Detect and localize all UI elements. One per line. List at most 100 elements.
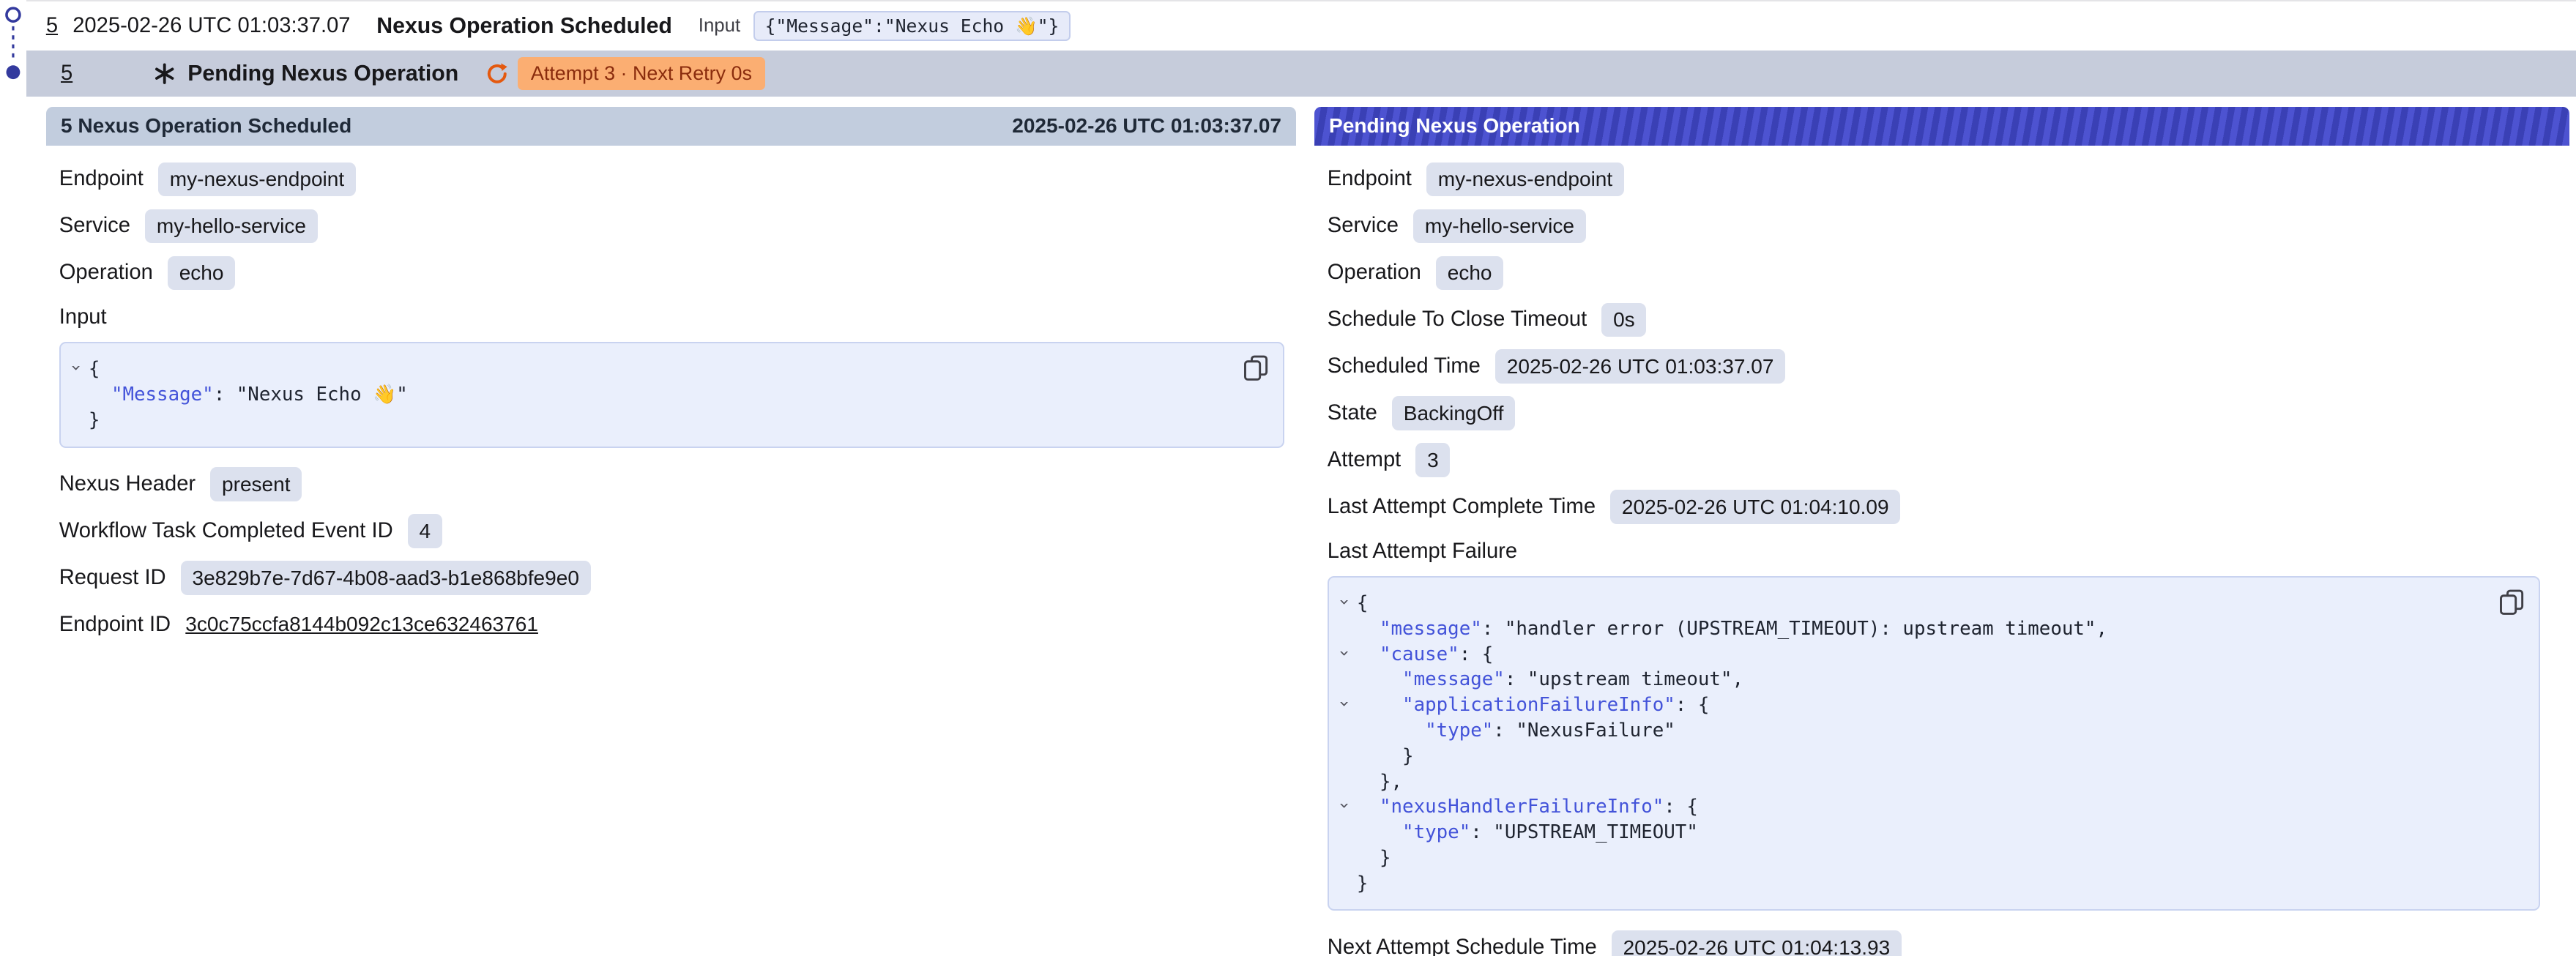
- collapse-chevron-icon[interactable]: ›: [1332, 642, 1357, 668]
- field-endpoint: Endpoint my-nexus-endpoint: [1328, 156, 2569, 203]
- field-value-badge: present: [210, 467, 302, 501]
- event-row-pending-nexus-operation[interactable]: 5 Pending Nexus Operation Attempt 3 · Ne…: [26, 51, 2576, 97]
- code-line-text: }: [1357, 744, 1414, 769]
- event-row-nexus-operation-scheduled[interactable]: 5 2025-02-26 UTC 01:03:37.07 Nexus Opera…: [26, 0, 2576, 51]
- field-next-attempt-schedule-time: Next Attempt Schedule Time 2025-02-26 UT…: [1328, 924, 2569, 955]
- scheduled-panel-timestamp: 2025-02-26 UTC 01:03:37.07: [1012, 114, 1281, 138]
- field-value-badge: 0s: [1601, 303, 1646, 337]
- code-gutter: [1332, 845, 1357, 871]
- event-input-label: Input: [699, 15, 740, 37]
- pending-event-title: Pending Nexus Operation: [187, 61, 458, 86]
- collapse-chevron-icon[interactable]: ›: [1332, 591, 1357, 616]
- failure-code-block: ›{ "message": "handler error (UPSTREAM_T…: [1328, 576, 2540, 911]
- field-label: Service: [59, 214, 130, 238]
- field-value-badge: 2025-02-26 UTC 01:04:13.93: [1612, 930, 1902, 956]
- endpoint-id-link[interactable]: 3c0c75ccfa8144b092c13ce632463761: [185, 613, 538, 636]
- input-code-block: ›{ "Message": "Nexus Echo 👋"}: [59, 342, 1285, 447]
- code-line-text: "Message": "Nexus Echo 👋": [89, 382, 408, 408]
- code-gutter: [1332, 667, 1357, 692]
- scheduled-panel-title: 5 Nexus Operation Scheduled: [61, 114, 351, 138]
- field-value-badge: echo: [168, 256, 235, 290]
- scheduled-panel-body: Endpoint my-nexus-endpoint Service my-he…: [46, 146, 1296, 648]
- field-value-badge: my-nexus-endpoint: [158, 163, 356, 196]
- retry-refresh-icon: [485, 61, 510, 86]
- code-line-text: }: [1357, 871, 1369, 897]
- input-section-label: Input: [59, 296, 1296, 339]
- scheduled-event-panel: 5 Nexus Operation Scheduled 2025-02-26 U…: [46, 107, 1296, 649]
- code-gutter: [64, 382, 89, 408]
- code-line-text: "message": "handler error (UPSTREAM_TIME…: [1357, 616, 2107, 642]
- field-attempt: Attempt 3: [1328, 436, 2569, 483]
- field-endpoint-id: Endpoint ID 3c0c75ccfa8144b092c13ce63246…: [59, 601, 1296, 648]
- code-gutter: [1332, 744, 1357, 769]
- timeline-rail: [0, 0, 26, 105]
- field-nexus-header: Nexus Header present: [59, 461, 1296, 508]
- timeline-markers-icon: [0, 0, 26, 105]
- field-value-badge: BackingOff: [1392, 396, 1515, 430]
- field-operation: Operation echo: [59, 250, 1296, 296]
- code-line-text: {: [1357, 591, 1369, 616]
- pending-event-id-link[interactable]: 5: [61, 61, 72, 86]
- copy-icon[interactable]: [1242, 354, 1270, 381]
- field-state: State BackingOff: [1328, 390, 2569, 437]
- field-label: Operation: [59, 261, 153, 285]
- collapse-chevron-icon[interactable]: ›: [64, 356, 89, 382]
- code-gutter: [1332, 871, 1357, 897]
- field-label: Attempt: [1328, 448, 1401, 472]
- event-detail-panels: 5 Nexus Operation Scheduled 2025-02-26 U…: [46, 107, 2569, 956]
- field-label: Nexus Header: [59, 472, 196, 496]
- field-label: Endpoint ID: [59, 613, 171, 637]
- field-schedule-to-close-timeout: Schedule To Close Timeout 0s: [1328, 296, 2569, 343]
- code-gutter: [1332, 769, 1357, 795]
- field-endpoint: Endpoint my-nexus-endpoint: [59, 156, 1296, 203]
- field-label: State: [1328, 401, 1377, 425]
- event-timestamp: 2025-02-26 UTC 01:03:37.07: [72, 14, 363, 38]
- field-value-badge: my-nexus-endpoint: [1426, 163, 1624, 196]
- copy-icon[interactable]: [2498, 588, 2525, 616]
- field-value-badge: 3e829b7e-7d67-4b08-aad3-b1e868bfe9e0: [181, 561, 591, 594]
- field-value-badge: 2025-02-26 UTC 01:03:37.07: [1495, 349, 1785, 383]
- field-label: Service: [1328, 214, 1399, 238]
- attempt-retry-badge: Attempt 3 · Next Retry 0s: [518, 57, 765, 89]
- field-service: Service my-hello-service: [1328, 203, 2569, 250]
- code-line-text: }: [89, 408, 100, 433]
- scheduled-panel-header[interactable]: 5 Nexus Operation Scheduled 2025-02-26 U…: [46, 107, 1296, 146]
- pending-panel-body: Endpoint my-nexus-endpoint Service my-he…: [1314, 146, 2569, 955]
- field-label: Next Attempt Schedule Time: [1328, 936, 1597, 956]
- code-line-text: "type": "NexusFailure": [1357, 718, 1675, 744]
- code-line-text: {: [89, 356, 100, 382]
- code-gutter: [1332, 820, 1357, 845]
- code-line-text: "applicationFailureInfo": {: [1357, 692, 1709, 718]
- field-value-badge: 3: [1415, 443, 1450, 477]
- pending-asterisk-icon: [153, 62, 176, 85]
- field-label: Workflow Task Completed Event ID: [59, 519, 393, 543]
- field-operation: Operation echo: [1328, 250, 2569, 296]
- event-id-link[interactable]: 5: [46, 14, 58, 38]
- field-value-badge: echo: [1436, 256, 1503, 290]
- code-gutter: [1332, 616, 1357, 642]
- field-label: Endpoint: [59, 167, 144, 191]
- pending-panel-header[interactable]: Pending Nexus Operation: [1314, 107, 2569, 146]
- event-input-preview-chip: {"Message":"Nexus Echo 👋"}: [753, 11, 1071, 41]
- collapse-chevron-icon[interactable]: ›: [1332, 794, 1357, 820]
- code-line-text: },: [1357, 769, 1402, 795]
- collapse-chevron-icon[interactable]: ›: [1332, 692, 1357, 718]
- field-request-id: Request ID 3e829b7e-7d67-4b08-aad3-b1e86…: [59, 555, 1296, 602]
- field-label: Last Attempt Complete Time: [1328, 495, 1596, 519]
- field-value-badge: 4: [408, 514, 442, 548]
- field-label: Scheduled Time: [1328, 354, 1481, 378]
- field-value-badge: my-hello-service: [1413, 209, 1585, 243]
- event-history-page: 5 2025-02-26 UTC 01:03:37.07 Nexus Opera…: [0, 0, 2576, 956]
- field-scheduled-time: Scheduled Time 2025-02-26 UTC 01:03:37.0…: [1328, 343, 2569, 390]
- field-workflow-task-completed-event-id: Workflow Task Completed Event ID 4: [59, 508, 1296, 555]
- code-gutter: [1332, 718, 1357, 744]
- field-label: Endpoint: [1328, 167, 1412, 191]
- code-line-text: "message": "upstream timeout",: [1357, 667, 1743, 692]
- code-gutter: [64, 408, 89, 433]
- code-line-text: "nexusHandlerFailureInfo": {: [1357, 794, 1698, 820]
- code-line-text: "type": "UPSTREAM_TIMEOUT": [1357, 820, 1698, 845]
- field-last-attempt-complete-time: Last Attempt Complete Time 2025-02-26 UT…: [1328, 483, 2569, 530]
- event-title: Nexus Operation Scheduled: [376, 14, 672, 39]
- field-label: Schedule To Close Timeout: [1328, 307, 1587, 332]
- field-value-badge: 2025-02-26 UTC 01:04:10.09: [1610, 490, 1900, 523]
